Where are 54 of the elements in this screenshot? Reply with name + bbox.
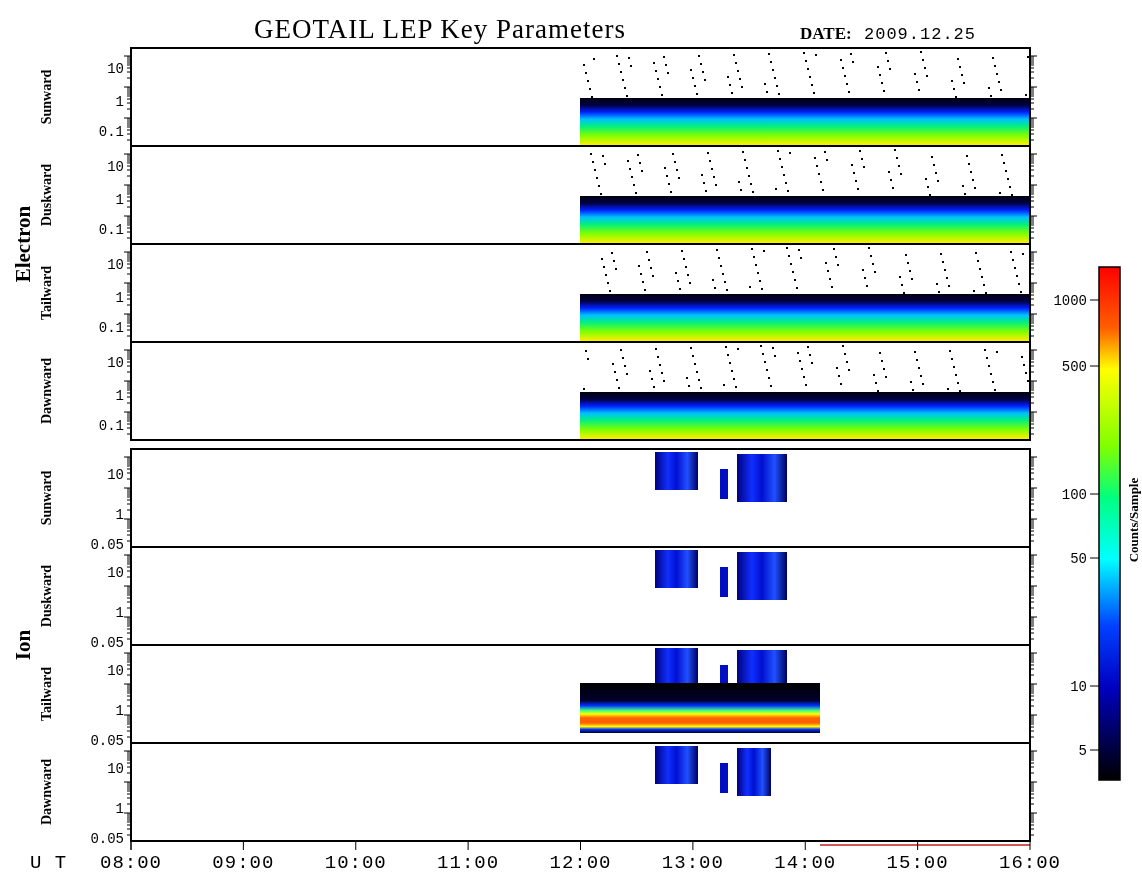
y-tick-label: 10 (107, 159, 124, 175)
x-tick-label: 15:00 (886, 852, 949, 874)
panel-label: Sunward (39, 69, 54, 125)
y-tick-label: 0.1 (98, 124, 124, 140)
y-tick-label: 1 (115, 388, 124, 404)
color-scale-tick-label: 100 (1061, 487, 1087, 503)
y-tick-label: 0.1 (98, 418, 124, 434)
y-tick-label: 10 (107, 257, 124, 273)
plot-title: GEOTAIL LEP Key Parameters (254, 14, 626, 44)
x-tick-label: 13:00 (661, 852, 724, 874)
y-tick-label: 1 (115, 507, 124, 523)
x-tick-label: 16:00 (999, 852, 1061, 874)
y-tick-label: 0.1 (98, 222, 124, 238)
color-scale-tick-label: 50 (1070, 551, 1087, 567)
y-tick-label: 0.05 (90, 635, 124, 651)
panel-label: Dawnward (39, 357, 54, 425)
y-tick-label: 10 (107, 467, 124, 483)
color-scale-tick-label: 1000 (1053, 293, 1087, 309)
panel-label: Tailward (39, 266, 54, 320)
x-tick-label: 14:00 (774, 852, 837, 874)
x-axis-label: U T (30, 852, 68, 874)
y-tick-label: 0.05 (90, 537, 124, 553)
y-tick-label: 10 (107, 761, 124, 777)
x-tick-label: 11:00 (437, 852, 500, 874)
color-scale-tick-label: 10 (1070, 679, 1087, 695)
panel-label: Duskward (39, 163, 54, 227)
panel-label: Duskward (39, 564, 54, 628)
panel-label: Tailward (39, 667, 54, 721)
x-tick-label: 08:00 (100, 852, 162, 874)
y-tick-label: 1 (115, 94, 124, 110)
x-tick-label: 09:00 (212, 852, 275, 874)
x-tick-label: 10:00 (324, 852, 387, 874)
y-tick-label: 1 (115, 192, 124, 208)
color-scale-label: Counts/Sample (1126, 477, 1141, 563)
y-tick-label: 1 (115, 290, 124, 306)
y-tick-label: 10 (107, 565, 124, 581)
y-tick-label: 1 (115, 703, 124, 719)
y-tick-label: 0.05 (90, 831, 124, 847)
y-tick-label: 10 (107, 61, 124, 77)
group-label: Ion (11, 629, 35, 661)
color-scale-tick-label: 5 (1078, 743, 1087, 759)
y-tick-label: 1 (115, 801, 124, 817)
panel-label: Dawnward (39, 758, 54, 826)
color-scale-tick-label: 500 (1061, 359, 1087, 375)
date-value: 2009.12.25 (864, 25, 977, 44)
date-label: DATE: (800, 24, 852, 43)
y-tick-label: 0.05 (90, 733, 124, 749)
y-tick-label: 0.1 (98, 320, 124, 336)
y-tick-label: 10 (107, 355, 124, 371)
group-label: Electron (11, 205, 35, 283)
y-tick-label: 1 (115, 605, 124, 621)
panel-label: Sunward (39, 470, 54, 526)
x-tick-label: 12:00 (549, 852, 612, 874)
y-tick-label: 10 (107, 663, 124, 679)
